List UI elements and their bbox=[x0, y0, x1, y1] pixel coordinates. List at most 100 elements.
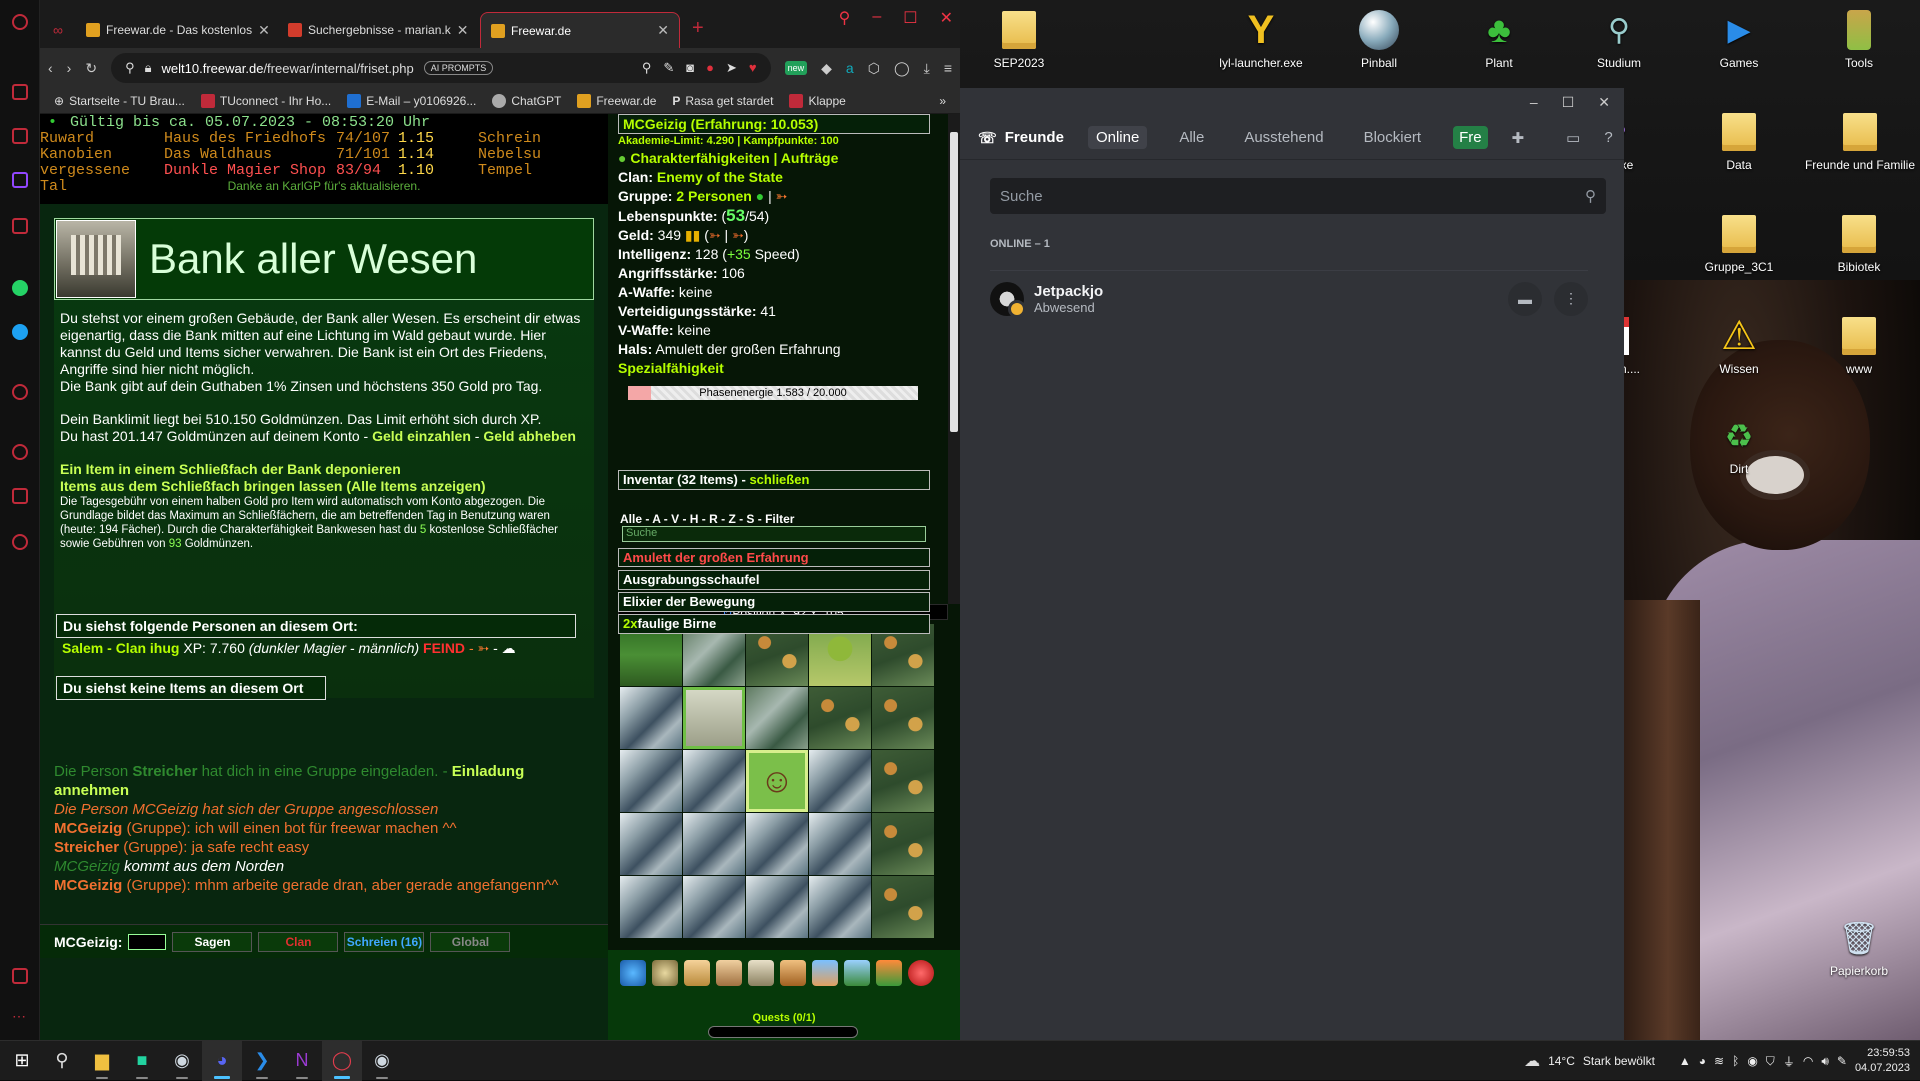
shopping-icon[interactable] bbox=[12, 128, 28, 144]
settings-gear-icon[interactable] bbox=[12, 534, 28, 550]
add-friend-button[interactable]: Fre bbox=[1453, 126, 1488, 149]
clion-icon[interactable]: ■ bbox=[122, 1041, 162, 1081]
inventory-item[interactable]: Elixier der Bewegung bbox=[618, 592, 930, 612]
start-icon[interactable]: ⊞ bbox=[2, 1041, 42, 1081]
bookmark-klappe[interactable]: Klappe bbox=[789, 93, 846, 108]
message-icon[interactable]: ▬ bbox=[1508, 281, 1542, 316]
help-icon[interactable]: ? bbox=[1604, 129, 1612, 146]
quests-label[interactable]: Quests (0/1) bbox=[608, 1012, 960, 1024]
tab-online[interactable]: Online bbox=[1087, 126, 1148, 149]
pen-icon[interactable]: ✎ bbox=[1837, 1054, 1847, 1068]
notes-icon[interactable] bbox=[716, 960, 742, 986]
desktop-icon-dirt[interactable]: ♻ Dirt bbox=[1684, 414, 1794, 476]
transfer-icon[interactable]: ➳ bbox=[709, 227, 721, 243]
nvidia-icon[interactable]: ▲ bbox=[1679, 1054, 1691, 1068]
map-tile[interactable] bbox=[620, 687, 682, 749]
group-link[interactable]: 2 Personen bbox=[676, 188, 751, 204]
special-ability-link[interactable]: Spezialfähigkeit bbox=[618, 359, 930, 378]
shout-button[interactable]: Schreien (16) bbox=[344, 931, 425, 952]
map-tile[interactable] bbox=[683, 876, 745, 938]
close-icon[interactable]: ✕ bbox=[1598, 94, 1610, 111]
maximize-icon[interactable]: ☐ bbox=[1562, 94, 1575, 111]
inbox-icon[interactable]: ▭ bbox=[1566, 129, 1580, 147]
landscape-icon[interactable] bbox=[844, 960, 870, 986]
tab-blocked[interactable]: Blockiert bbox=[1356, 126, 1430, 149]
heart-icon[interactable]: ♥ bbox=[749, 60, 757, 76]
attack-icon[interactable]: ➳ bbox=[776, 188, 788, 204]
chevron-right-icon[interactable]: » bbox=[939, 94, 946, 108]
a-extension-icon[interactable]: a bbox=[846, 60, 854, 76]
reload-icon[interactable]: ↻ bbox=[85, 60, 97, 77]
map-tile[interactable] bbox=[620, 876, 682, 938]
maximize-icon[interactable]: ☐ bbox=[903, 8, 917, 28]
pinboard-icon[interactable] bbox=[12, 968, 28, 984]
map-tile[interactable] bbox=[683, 750, 745, 812]
stats-icon[interactable] bbox=[748, 960, 774, 986]
twitter-icon[interactable] bbox=[12, 324, 28, 340]
bookmark-tuconnect[interactable]: TUconnect - Ihr Ho... bbox=[200, 93, 331, 108]
desktop-icon-sep2023[interactable]: SEP2023 bbox=[964, 8, 1074, 70]
discord-tray-icon[interactable]: ◕ bbox=[1699, 1054, 1706, 1068]
search-icon[interactable]: ⚲ bbox=[42, 1041, 82, 1081]
close-inventory-link[interactable]: schließen bbox=[749, 472, 809, 487]
speed-dial-icon[interactable] bbox=[12, 84, 28, 100]
bookmark-tu-braunschweig[interactable]: ⊕ Startseite - TU Brau... bbox=[54, 94, 185, 108]
tab-freewar-active[interactable]: Freewar.de ✕ bbox=[480, 12, 680, 48]
shield-icon[interactable]: ● bbox=[706, 60, 714, 76]
onenote-icon[interactable]: N bbox=[282, 1041, 322, 1081]
bluetooth-icon[interactable]: ᛒ bbox=[1732, 1054, 1739, 1068]
deposit-item-link[interactable]: Ein Item in einem Schließfach der Bank d… bbox=[60, 461, 588, 478]
cube-icon[interactable]: ⬡ bbox=[868, 60, 880, 77]
whatsapp-icon[interactable] bbox=[12, 280, 28, 296]
usb-icon[interactable]: ⏚ bbox=[1783, 1053, 1795, 1070]
bookmark-freewar[interactable]: Freewar.de bbox=[577, 93, 656, 108]
camera-icon[interactable]: ◙ bbox=[686, 60, 694, 76]
tab-pending[interactable]: Ausstehend bbox=[1236, 126, 1331, 149]
minimize-icon[interactable]: – bbox=[872, 8, 881, 28]
desktop-icon-papierkorb[interactable]: 🗑 Papierkorb bbox=[1804, 916, 1914, 978]
global-button[interactable]: Global bbox=[430, 931, 511, 952]
more-icon[interactable]: ⋮ bbox=[1554, 281, 1588, 316]
transfer-icon[interactable]: ➳ bbox=[732, 227, 744, 243]
map-tile[interactable] bbox=[809, 687, 871, 749]
friend-row[interactable]: Jetpackjo Abwesend ▬ ⋮ bbox=[990, 270, 1588, 318]
inventory-item[interactable]: Ausgrabungsschaufel bbox=[618, 570, 930, 590]
attack-icon[interactable]: - ➳ bbox=[469, 640, 489, 656]
desktop-icon-www[interactable]: www bbox=[1804, 314, 1914, 376]
desktop-icon-plant[interactable]: ♣ Plant bbox=[1444, 8, 1554, 70]
minimize-icon[interactable]: – bbox=[1530, 94, 1538, 110]
url-field[interactable]: ⚲ 🔒︎ welt10.freewar.de/freewar/internal/… bbox=[111, 53, 771, 83]
close-tab-icon[interactable]: ✕ bbox=[457, 22, 469, 39]
back-icon[interactable]: ‹ bbox=[48, 60, 53, 76]
map-tile[interactable] bbox=[683, 813, 745, 875]
refresh-icon[interactable] bbox=[620, 960, 646, 986]
map-tile[interactable] bbox=[746, 876, 808, 938]
close-icon[interactable]: ✕ bbox=[940, 8, 953, 28]
person-name-link[interactable]: Salem bbox=[62, 640, 103, 656]
bookmark-rasa[interactable]: P Rasa get stardet bbox=[672, 94, 773, 108]
tab-gmail[interactable]: Suchergebnisse - marian.k ✕ bbox=[278, 12, 478, 48]
people-icon[interactable] bbox=[876, 960, 902, 986]
new-tab-icon[interactable]: + bbox=[692, 17, 704, 40]
extensions-icon[interactable] bbox=[12, 488, 28, 504]
map-tile[interactable] bbox=[872, 687, 934, 749]
send-icon[interactable]: ➤ bbox=[726, 60, 737, 76]
twitch-icon[interactable] bbox=[12, 172, 28, 188]
abilities-link[interactable]: ● Charakterfähigkeiten | Aufträge bbox=[618, 149, 930, 168]
map-tile[interactable] bbox=[809, 813, 871, 875]
desktop-icon-freunde[interactable]: Freunde und Familie bbox=[1800, 110, 1920, 172]
weather-temp[interactable]: 14°C bbox=[1548, 1054, 1575, 1068]
character-icon[interactable] bbox=[812, 960, 838, 986]
scroll-icon[interactable] bbox=[684, 960, 710, 986]
speech-bubble-icon[interactable]: - ☁ bbox=[493, 640, 516, 656]
desktop-icon-gruppe[interactable]: Gruppe_3C1 bbox=[1684, 212, 1794, 274]
map-tile[interactable] bbox=[809, 750, 871, 812]
chest-icon[interactable] bbox=[780, 960, 806, 986]
inventory-search-input[interactable]: Suche bbox=[622, 526, 926, 542]
chat-input[interactable] bbox=[128, 933, 167, 950]
volume-icon[interactable]: 🔊︎ bbox=[1821, 1054, 1829, 1069]
discord-search-input[interactable]: Suche ⚲ bbox=[990, 178, 1606, 214]
steam-client-icon[interactable]: ◉ bbox=[362, 1041, 402, 1081]
network-icon[interactable]: ≋ bbox=[1714, 1054, 1724, 1068]
show-all-items-link[interactable]: (Alle Items anzeigen) bbox=[346, 478, 485, 494]
